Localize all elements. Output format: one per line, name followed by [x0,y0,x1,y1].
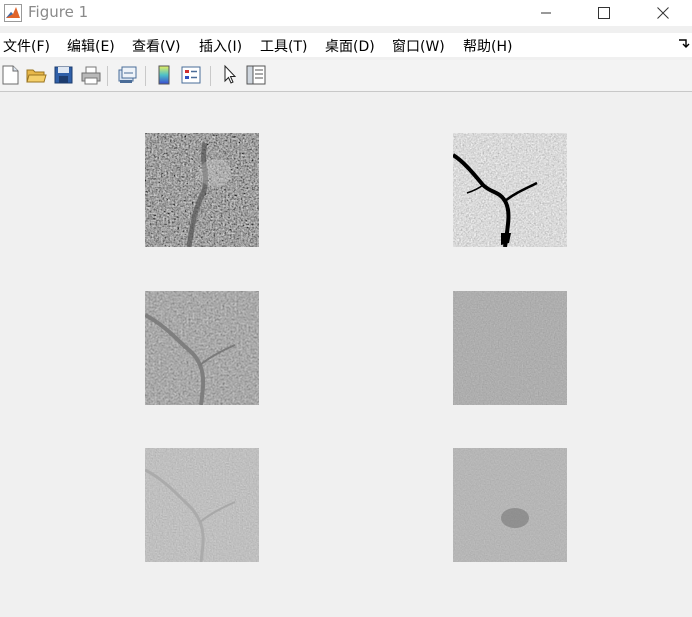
subplot-image-5 [145,448,259,562]
menu-insert[interactable]: 插入(I) [199,36,242,56]
dock-arrow-icon[interactable] [678,37,690,49]
subplot-image[interactable] [145,448,259,562]
insert-legend-icon [181,66,201,84]
minimize-icon [541,12,551,14]
close-button[interactable] [640,0,686,26]
menu-desktop[interactable]: 桌面(D) [325,36,375,56]
toolbar-separator [210,66,211,86]
matlab-icon [4,4,22,22]
menu-bar: 文件(F) 编辑(E) 查看(V) 插入(I) 工具(T) 桌面(D) 窗口(W… [0,33,692,57]
new-figure-button[interactable] [0,64,22,86]
toolbar [0,60,692,92]
menu-help[interactable]: 帮助(H) [463,36,512,56]
close-icon [657,7,669,19]
toolbar-separator [145,66,146,86]
insert-legend-button[interactable] [180,64,202,86]
maximize-icon [598,7,610,19]
property-inspector-icon [246,65,266,85]
subplot-image-2 [453,133,567,247]
menu-window[interactable]: 窗口(W) [392,36,445,56]
subplot-image-3 [145,291,259,405]
save-icon [54,66,73,84]
save-button[interactable] [53,64,75,86]
menu-edit[interactable]: 编辑(E) [67,36,115,56]
title-bar: Figure 1 [0,0,692,26]
toolbar-separator [107,66,108,86]
subplot-image-6 [453,448,567,562]
figure-canvas[interactable] [0,93,692,617]
menu-file[interactable]: 文件(F) [3,36,50,56]
insert-colorbar-button[interactable] [153,64,175,86]
edit-plot-button[interactable] [219,64,241,86]
print-icon [81,66,101,85]
minimize-button[interactable] [523,0,569,26]
new-figure-icon [2,65,19,85]
open-file-button[interactable] [25,64,47,86]
subplot-image-1 [145,133,259,247]
property-inspector-button[interactable] [245,64,267,86]
subplot-image[interactable] [453,291,567,405]
subplot-image[interactable] [145,291,259,405]
subplot-image[interactable] [145,133,259,247]
window-title: Figure 1 [28,3,89,21]
menu-view[interactable]: 查看(V) [132,36,181,56]
link-plot-icon [118,66,137,83]
maximize-button[interactable] [581,0,627,26]
edit-plot-pointer-icon [224,64,237,84]
subplot-image[interactable] [453,133,567,247]
insert-colorbar-icon [158,65,170,85]
subplot-image-4 [453,291,567,405]
print-button[interactable] [80,64,102,86]
open-file-icon [26,69,47,83]
menu-tools[interactable]: 工具(T) [260,36,307,56]
link-plot-button[interactable] [116,64,138,86]
subplot-image[interactable] [453,448,567,562]
